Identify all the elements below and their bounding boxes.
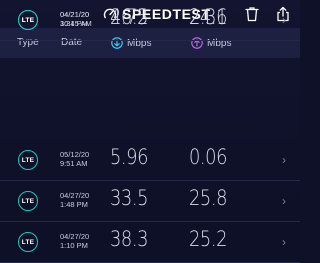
result-row[interactable]: LTE 04/27/20 1:10 PM 38.3 25.2 › xyxy=(0,222,300,263)
connection-type-badge: LTE xyxy=(18,232,38,252)
upload-speed: 2.36 xyxy=(189,5,228,29)
chevron-right-icon[interactable]: › xyxy=(282,194,286,208)
result-datetime: 05/12/20 9:51 AM xyxy=(60,150,89,168)
download-speed: 5.96 xyxy=(110,145,149,169)
speedtest-results-screen: SPEEDTEST Type Date Mbps Mbps LTE 05/12/… xyxy=(0,0,300,263)
result-time: 9:51 AM xyxy=(60,159,88,168)
connection-type-badge: LTE xyxy=(18,191,38,211)
result-datetime: 04/27/20 1:48 PM xyxy=(60,191,89,209)
result-time: 10:45 AM xyxy=(60,19,92,28)
connection-type-badge: LTE xyxy=(18,150,38,170)
result-datetime: 04/27/20 1:10 PM xyxy=(60,232,89,250)
chevron-right-icon[interactable]: › xyxy=(282,13,286,27)
connection-type-label: LTE xyxy=(21,197,35,205)
upload-speed: 25.2 xyxy=(189,227,228,251)
result-row[interactable]: LTE 04/27/20 1:48 PM 33.5 25.8 › xyxy=(0,181,300,222)
result-time: 1:10 PM xyxy=(60,241,88,250)
chevron-right-icon[interactable]: › xyxy=(282,235,286,249)
upload-speed: 25.8 xyxy=(189,186,228,210)
download-speed: 33.5 xyxy=(110,186,149,210)
result-date: 04/27/20 xyxy=(60,191,90,200)
result-date: 04/21/20 xyxy=(60,10,90,19)
result-datetime: 04/21/20 10:45 AM xyxy=(60,10,92,28)
connection-type-label: LTE xyxy=(21,156,35,164)
result-row[interactable]: LTE 04/21/20 10:45 AM 4.75 2.36 › xyxy=(0,0,300,41)
chevron-right-icon[interactable]: › xyxy=(282,153,286,167)
download-speed: 4.75 xyxy=(110,5,149,29)
upload-speed: 0.06 xyxy=(189,145,228,169)
result-date: 04/27/20 xyxy=(60,232,90,241)
download-speed: 38.3 xyxy=(110,227,149,251)
result-time: 1:48 PM xyxy=(60,200,88,209)
connection-type-badge: LTE xyxy=(18,10,38,30)
result-row[interactable]: LTE 05/12/20 9:51 AM 5.96 0.06 › xyxy=(0,140,300,181)
connection-type-label: LTE xyxy=(21,238,35,246)
connection-type-label: LTE xyxy=(21,16,35,24)
result-date: 05/12/20 xyxy=(60,150,90,159)
